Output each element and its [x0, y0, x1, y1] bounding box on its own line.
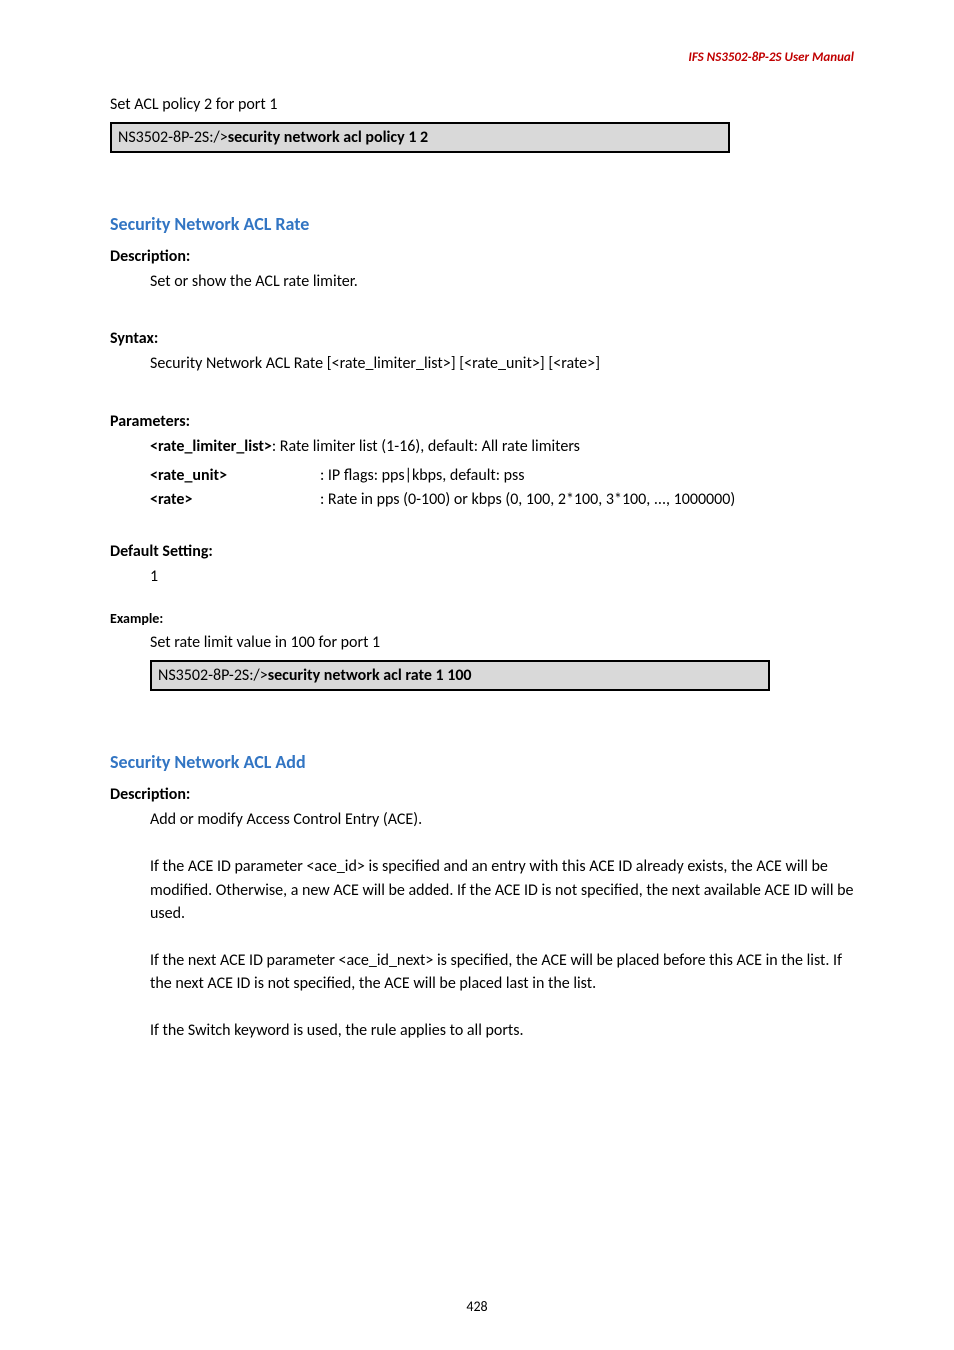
description-text: Add or modify Access Control Entry (ACE)… [110, 808, 854, 831]
param-val: : Rate limiter list (1-16), default: All… [272, 437, 580, 456]
param-key: <rate_limiter_list> [150, 437, 272, 456]
paragraph-3: If the Switch keyword is used, the rule … [110, 1019, 854, 1042]
default-setting-label: Default Setting: [110, 542, 854, 561]
param-key: <rate> [150, 488, 320, 512]
param-row-2: <rate_unit> : IP flags: pps|kbps, defaul… [150, 464, 854, 488]
page-number: 428 [0, 1298, 954, 1315]
section-title-acl-rate: Security Network ACL Rate [110, 213, 854, 235]
example-label: Example: [110, 610, 854, 627]
code-command: security network acl rate 1 100 [268, 666, 472, 685]
description-label: Description: [110, 785, 854, 804]
example-text: Set rate limit value in 100 for port 1 [110, 631, 854, 654]
param-key: <rate_unit> [150, 464, 320, 488]
param-row-3: <rate> : Rate in pps (0-100) or kbps (0,… [150, 488, 854, 512]
code-box-1: NS3502-8P-2S:/>security network acl poli… [110, 122, 730, 153]
code-prompt: NS3502-8P-2S:/> [158, 666, 268, 685]
paragraph-2: If the next ACE ID parameter <ace_id_nex… [110, 949, 854, 995]
page-header: IFS NS3502-8P-2S User Manual [110, 50, 854, 65]
code-prompt: NS3502-8P-2S:/> [118, 128, 228, 147]
parameters-label: Parameters: [110, 412, 854, 431]
section-title-acl-add: Security Network ACL Add [110, 751, 854, 773]
code-command: security network acl policy 1 2 [228, 128, 428, 147]
code-box-2: NS3502-8P-2S:/>security network acl rate… [150, 660, 770, 691]
param-val: : IP flags: pps|kbps, default: pss [320, 464, 525, 488]
syntax-label: Syntax: [110, 329, 854, 348]
default-setting-value: 1 [110, 565, 854, 588]
syntax-text: Security Network ACL Rate [<rate_limiter… [110, 352, 854, 375]
description-label: Description: [110, 247, 854, 266]
param-val: : Rate in pps (0-100) or kbps (0, 100, 2… [320, 488, 735, 512]
param-row-1: <rate_limiter_list>: Rate limiter list (… [150, 435, 854, 458]
intro-line: Set ACL policy 2 for port 1 [110, 93, 854, 116]
description-text: Set or show the ACL rate limiter. [110, 270, 854, 293]
paragraph-1: If the ACE ID parameter <ace_id> is spec… [110, 855, 854, 925]
